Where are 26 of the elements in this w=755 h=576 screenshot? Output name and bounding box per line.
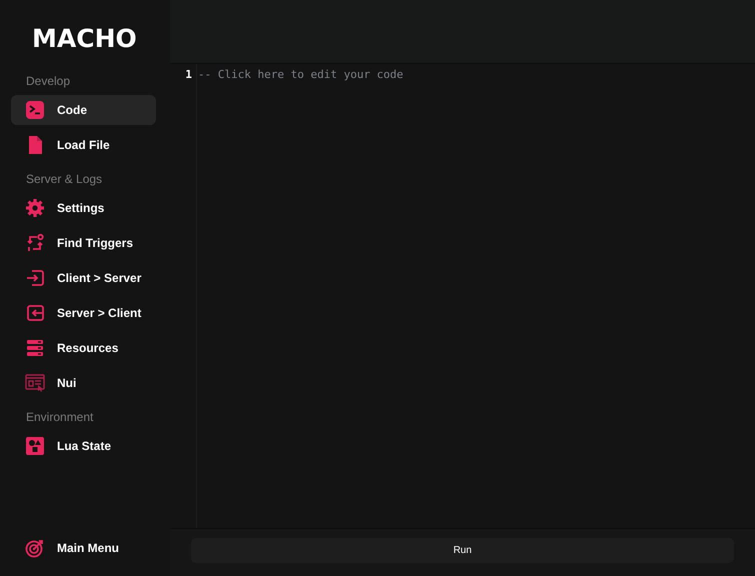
line-number: 1 [185, 67, 192, 81]
sidebar-item[interactable]: Nui [11, 368, 156, 398]
code-input[interactable]: -- Click here to edit your code [197, 64, 755, 528]
app-logo: MACHO [31, 23, 138, 55]
sidebar-item[interactable]: Resources [11, 333, 156, 363]
sidebar-item[interactable]: Find Triggers [11, 228, 156, 258]
sidebar-item[interactable]: Settings [11, 193, 156, 223]
terminal-icon [25, 100, 45, 120]
target-icon [25, 538, 45, 558]
browser-window-icon [25, 373, 45, 393]
sidebar-item[interactable]: Server > Client [11, 298, 156, 328]
run-button[interactable]: Run [191, 538, 734, 563]
flow-icon [25, 233, 45, 253]
sidebar-item[interactable]: Load File [11, 130, 156, 160]
sign-out-icon [25, 303, 45, 323]
settings-icon [25, 198, 45, 218]
section-heading: Environment [25, 409, 94, 426]
sidebar-item[interactable]: Code [11, 95, 156, 125]
sidebar-item[interactable]: Main Menu [11, 533, 156, 563]
section-heading: Develop [25, 73, 72, 90]
sign-in-icon [25, 268, 45, 288]
server-icon [25, 338, 45, 358]
section-heading: Server & Logs [25, 171, 104, 188]
shapes-icon [25, 436, 45, 456]
sidebar-item[interactable]: Lua State [11, 431, 156, 461]
sidebar-item[interactable]: Client > Server [11, 263, 156, 293]
